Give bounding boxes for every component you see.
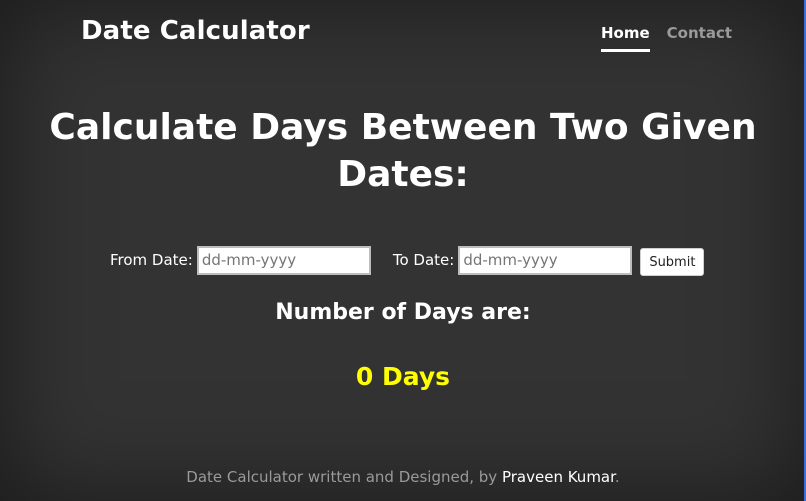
footer-author-link[interactable]: Praveen Kumar <box>502 468 615 486</box>
footer-text: Date Calculator written and Designed, by <box>186 468 502 486</box>
result-value: 0 Days <box>355 362 451 391</box>
nav-contact-link[interactable]: Contact <box>667 24 732 52</box>
to-date-input[interactable] <box>458 245 633 275</box>
submit-button[interactable]: Submit <box>640 248 705 276</box>
page-heading-text: Calculate Days Between Two Given Dates: <box>49 107 757 195</box>
footer: Date Calculator written and Designed, by… <box>0 468 806 486</box>
to-date-label: To Date: <box>392 251 455 269</box>
from-date-input[interactable] <box>196 245 371 275</box>
result-label: Number of Days are: <box>275 300 531 325</box>
from-date-label: From Date: <box>110 251 193 269</box>
footer-period: . <box>614 468 620 486</box>
brand-title: Date Calculator <box>81 16 310 46</box>
date-form: From Date: To Date: Submit <box>110 244 705 276</box>
main-nav: Home Contact <box>601 24 732 52</box>
nav-home-link[interactable]: Home <box>601 24 650 52</box>
page-heading: Calculate Days Between Two Given Dates: <box>0 104 806 198</box>
